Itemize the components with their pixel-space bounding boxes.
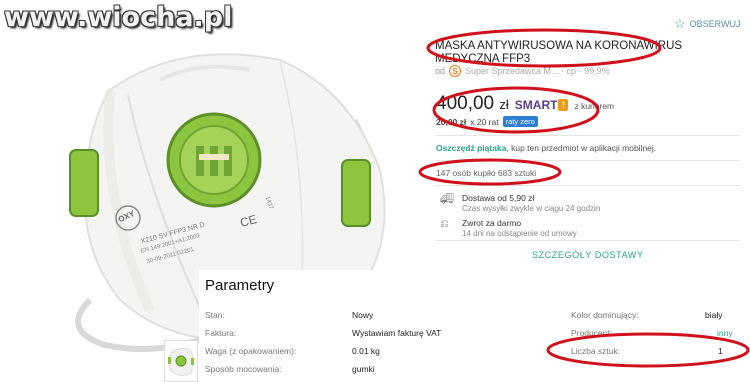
seller-info: od S Super Sprzedawca M... · cp · 99,9% bbox=[435, 65, 610, 77]
return-item: ⎌ Zwrot za darmo 14 dni na odstąpienie o… bbox=[440, 218, 577, 239]
installment-count: x 20 rat bbox=[470, 116, 499, 127]
divider bbox=[435, 135, 740, 136]
raty-zero-badge[interactable]: raty zero bbox=[502, 116, 538, 127]
delivery-line2: Czas wysyłki zwykle w ciągu 24 godzin bbox=[462, 204, 601, 213]
param-value-link[interactable]: inny bbox=[717, 328, 733, 338]
price-currency: zł bbox=[499, 97, 509, 112]
param-label: Waga (z opakowaniem): bbox=[205, 346, 297, 356]
param-label: Stan: bbox=[205, 310, 225, 320]
delivery-line1: Dostawa od 5,90 zł bbox=[462, 193, 535, 203]
bought-count: 147 osób kupiło 683 sztuki bbox=[436, 168, 537, 178]
divider bbox=[435, 160, 740, 161]
param-value: 1 bbox=[718, 346, 723, 356]
price-value: 400,00 zł bbox=[436, 93, 509, 115]
product-title: MASKA ANTYWIRUSOWA NA KORONAWIRUS MEDYCZ… bbox=[435, 40, 683, 65]
param-label: Kolor dominujący: bbox=[571, 310, 639, 320]
seller-prefix: od bbox=[435, 66, 446, 76]
super-seller-icon: S bbox=[449, 65, 462, 77]
param-label: Faktura: bbox=[205, 328, 237, 338]
param-value: biały bbox=[705, 310, 723, 320]
smart-badge[interactable]: SMART ! bbox=[515, 98, 569, 112]
observe-button[interactable]: ☆ OBSERWUJ bbox=[674, 17, 741, 30]
return-line1: Zwrot za darmo bbox=[462, 218, 522, 228]
param-value: 0.01 kg bbox=[352, 346, 380, 356]
observe-label: OBSERWUJ bbox=[689, 18, 741, 29]
divider bbox=[435, 240, 740, 241]
truck-icon: 🚚︎ bbox=[440, 193, 454, 205]
price-main: 400,00 bbox=[436, 93, 495, 114]
delivery-item: 🚚︎ Dostawa od 5,90 zł Czas wysyłki zwykl… bbox=[440, 193, 600, 214]
smart-exclamation-icon: ! bbox=[558, 99, 569, 111]
param-value: gumki bbox=[352, 364, 375, 374]
price-block: 400,00 zł SMART ! z kurierem bbox=[436, 93, 614, 115]
return-line2: 14 dni na odstąpienie od umowy bbox=[462, 229, 577, 238]
watermark-text: www.wiocha.pl bbox=[4, 2, 233, 33]
screenshot-root: www.wiocha.pl OXY X210 SV FFP3 NR D EN 1… bbox=[0, 0, 750, 382]
courier-label: z kurierem bbox=[574, 101, 615, 111]
divider bbox=[435, 185, 740, 186]
installment-amount: 20,00 zł bbox=[436, 116, 467, 127]
star-icon: ☆ bbox=[674, 16, 686, 31]
seller-name-link[interactable]: Super Sprzedawca M... · cp · 99,9% bbox=[465, 66, 610, 76]
promo-rest: , kup ten przedmiot w aplikacji mobilnej… bbox=[506, 143, 657, 153]
param-label: Sposób mocowania: bbox=[205, 364, 282, 374]
parameters-panel: Parametry Stan: Nowy Faktura: Wystawiam … bbox=[199, 270, 750, 382]
smart-label: SMART bbox=[514, 98, 558, 112]
param-value: Nowy bbox=[352, 310, 374, 320]
param-value: Wystawiam fakturę VAT bbox=[352, 328, 442, 338]
installment-info: 20,00 zł x 20 rat raty zero bbox=[436, 116, 538, 127]
parameters-title: Parametry bbox=[205, 277, 275, 294]
param-label: Producent: bbox=[571, 328, 613, 338]
shipping-details-button[interactable]: SZCZEGÓŁY DOSTAWY bbox=[532, 250, 644, 260]
param-label: Liczba sztuk: bbox=[571, 346, 621, 356]
return-icon: ⎌ bbox=[440, 218, 449, 230]
mask-thumb-icon bbox=[168, 347, 194, 377]
promo-bold[interactable]: Oszczędź piątaka bbox=[436, 143, 506, 153]
product-thumbnail[interactable] bbox=[164, 340, 198, 382]
promo-text: Oszczędź piątaka, kup ten przedmiot w ap… bbox=[436, 143, 656, 153]
